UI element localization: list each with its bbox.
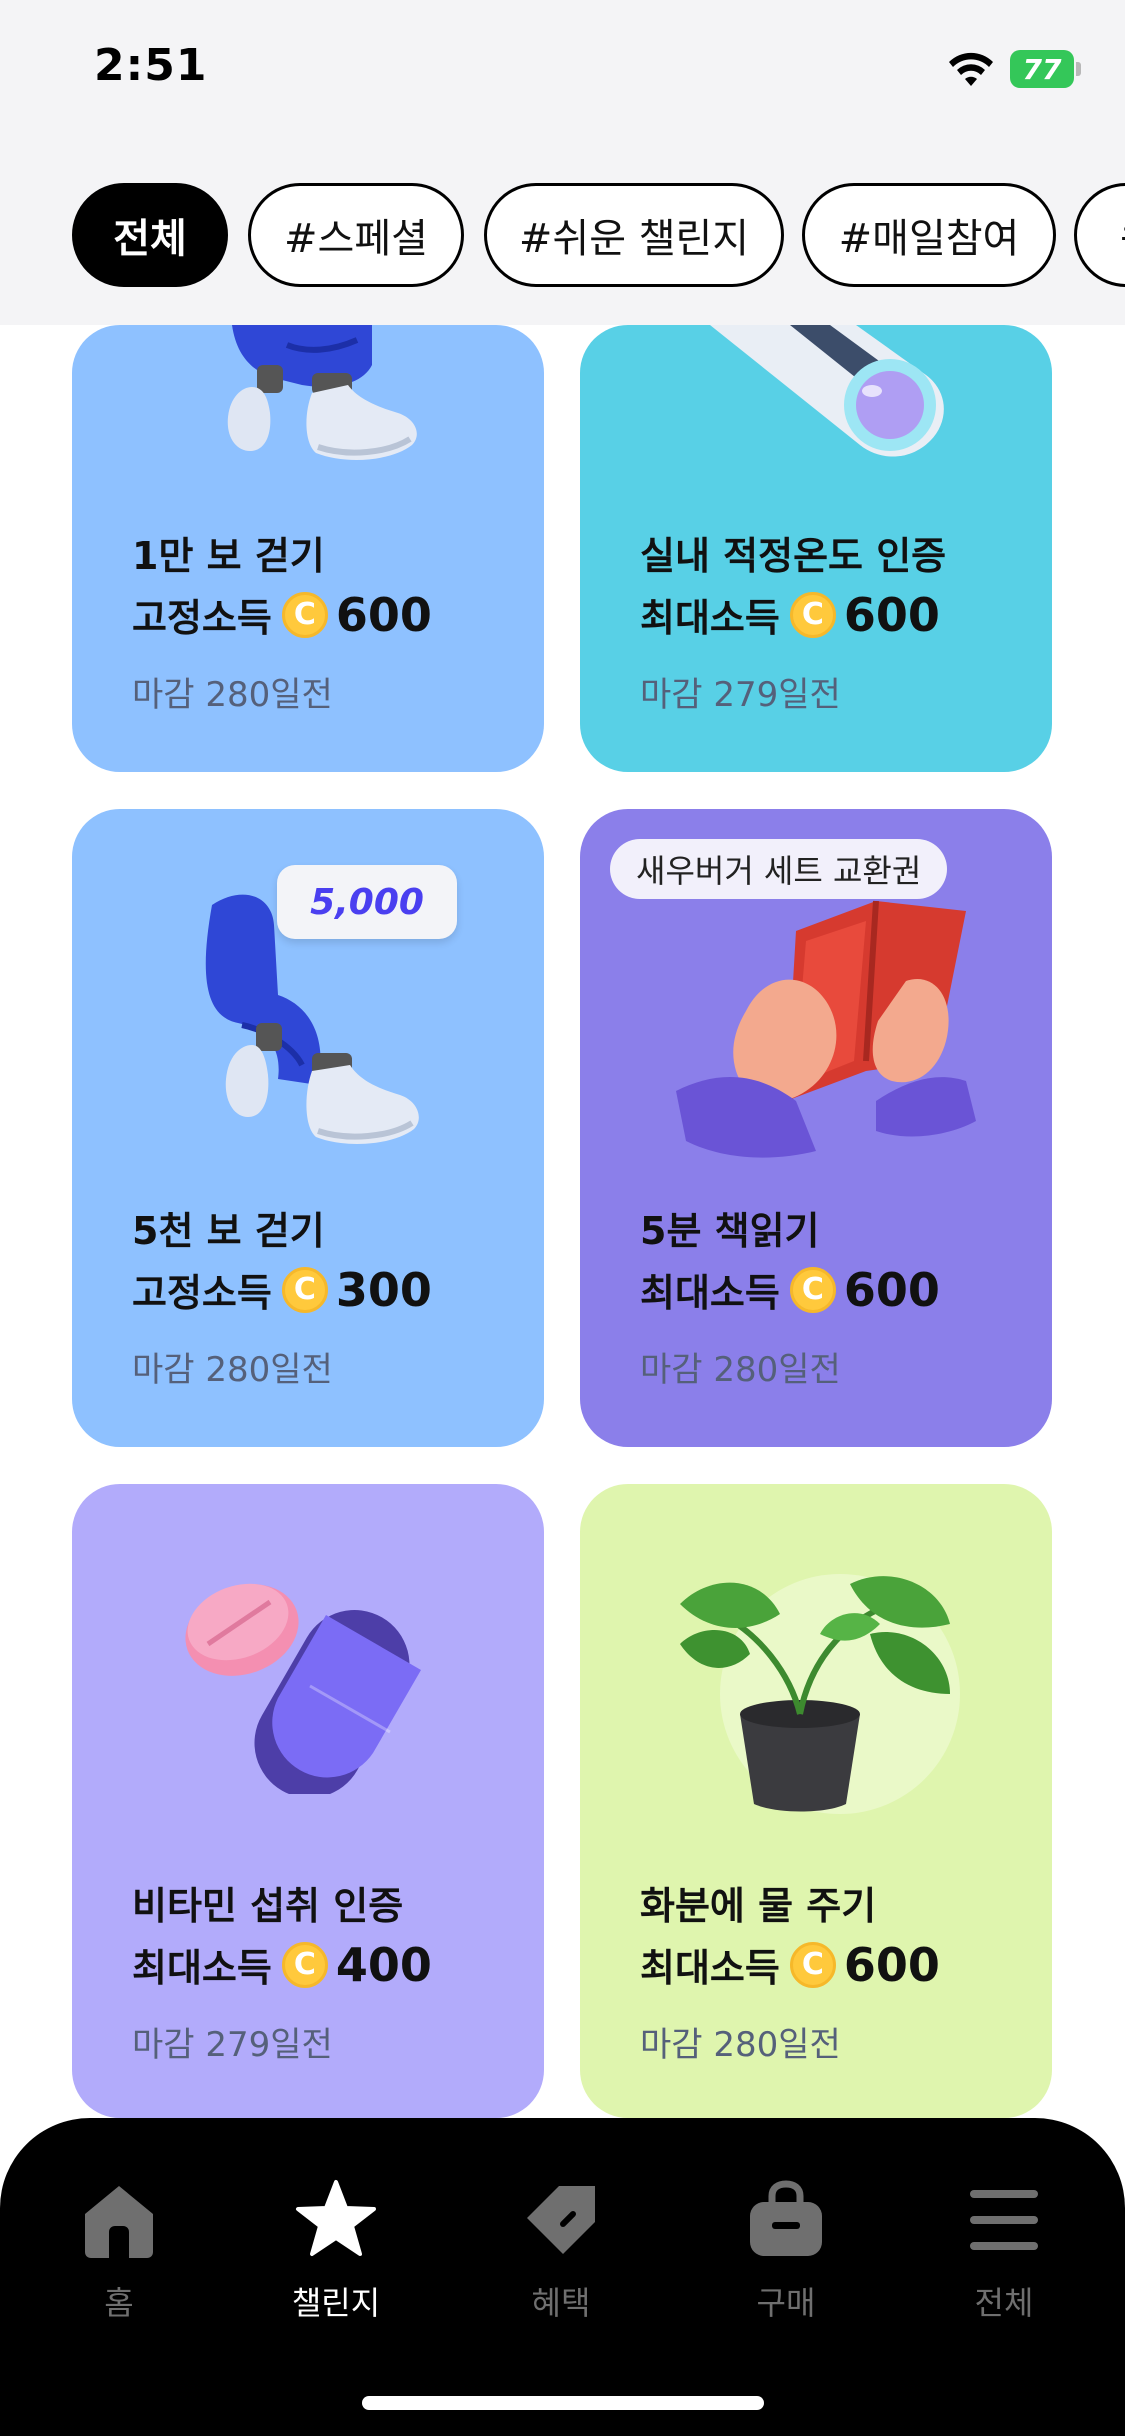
tag-icon <box>527 2186 595 2254</box>
reward-label: 고정소득 <box>132 596 272 640</box>
nav-purchase[interactable]: 구매 <box>706 2178 866 2328</box>
reward-amount: 300 <box>335 1262 432 1317</box>
nav-label: 구매 <box>756 2284 816 2322</box>
walking-sneakers-icon <box>227 325 417 460</box>
card-deadline: 마감 279일전 <box>640 675 841 715</box>
chip-daily[interactable]: #매일참여 <box>802 183 1056 287</box>
nav-all[interactable]: 전체 <box>924 2178 1084 2328</box>
reward-amount: 600 <box>843 1262 940 1317</box>
card-title: 5분 책읽기 <box>640 1209 820 1253</box>
coin-icon: C <box>281 591 328 638</box>
challenge-card-room-temperature[interactable]: 실내 적정온도 인증 최대소득 C 600 마감 279일전 <box>580 325 1052 772</box>
nav-label: 혜택 <box>531 2284 591 2322</box>
card-title: 화분에 물 주기 <box>640 1884 877 1928</box>
hands-book-icon <box>676 900 976 1158</box>
card-reward: 최대소득 C 600 <box>640 1262 940 1317</box>
card-deadline: 마감 279일전 <box>132 2025 333 2065</box>
nav-label: 전체 <box>974 2284 1034 2322</box>
reward-amount: 600 <box>843 1937 940 1992</box>
nav-home[interactable]: 홈 <box>39 2178 199 2328</box>
reward-label: 최대소득 <box>640 1271 780 1315</box>
reward-label: 최대소득 <box>640 1946 780 1990</box>
card-title: 1만 보 걷기 <box>132 534 325 578</box>
chip-more[interactable]: # <box>1074 183 1125 287</box>
menu-icon <box>970 2190 1038 2250</box>
card-reward: 최대소득 C 600 <box>640 587 940 642</box>
home-indicator[interactable] <box>362 2396 764 2410</box>
card-reward: 최대소득 C 400 <box>132 1937 432 1992</box>
status-time: 2:51 <box>94 40 208 91</box>
filter-chip-bar: 전체 #스페셜 #쉬운 챌린지 #매일참여 # <box>0 140 1125 325</box>
card-title: 비타민 섭취 인증 <box>132 1884 404 1928</box>
card-title: 5천 보 걷기 <box>132 1209 325 1253</box>
card-reward: 최대소득 C 600 <box>640 1937 940 1992</box>
card-title: 실내 적정온도 인증 <box>640 534 947 578</box>
reward-label: 최대소득 <box>640 596 780 640</box>
nav-label: 챌린지 <box>291 2284 381 2322</box>
coin-icon: C <box>281 1266 328 1313</box>
reward-coupon-badge: 새우버거 세트 교환권 <box>610 839 948 899</box>
nav-benefits[interactable]: 혜택 <box>481 2178 641 2328</box>
reward-amount: 400 <box>335 1937 432 1992</box>
thermometer-icon <box>710 325 944 457</box>
battery-level: 77 <box>1010 50 1074 88</box>
steps-speech-bubble: 5,000 <box>277 865 457 939</box>
battery-icon: 77 <box>1010 50 1081 88</box>
chip-easy-challenge[interactable]: #쉬운 챌린지 <box>484 183 784 287</box>
reward-amount: 600 <box>335 587 432 642</box>
card-reward: 고정소득 C 300 <box>132 1262 432 1317</box>
card-deadline: 마감 280일전 <box>640 1350 841 1390</box>
status-bar: 2:51 77 <box>0 0 1125 140</box>
card-deadline: 마감 280일전 <box>132 675 333 715</box>
chip-all[interactable]: 전체 <box>72 183 228 287</box>
reward-amount: 600 <box>843 587 940 642</box>
star-icon <box>296 2180 376 2256</box>
bottom-navigation: 홈 챌린지 혜택 구매 전체 <box>0 2118 1125 2436</box>
reward-label: 최대소득 <box>132 1946 272 1990</box>
card-deadline: 마감 280일전 <box>640 2025 841 2065</box>
challenge-card-reading[interactable]: 새우버거 세트 교환권 5분 책읽기 최대소득 C 600 마감 280일전 <box>580 809 1052 1447</box>
challenge-card-5k-steps[interactable]: 5,000 5천 보 걷기 고정소득 C 300 마감 280일전 <box>72 809 544 1447</box>
card-deadline: 마감 280일전 <box>132 1350 333 1390</box>
challenge-card-plant[interactable]: 화분에 물 주기 최대소득 C 600 마감 280일전 <box>580 1484 1052 2118</box>
pills-icon <box>185 1583 421 1794</box>
coin-icon: C <box>789 591 836 638</box>
potted-plant-icon <box>680 1574 960 1814</box>
challenge-card-10k-steps[interactable]: 1만 보 걷기 고정소득 C 600 마감 280일전 <box>72 325 544 772</box>
card-reward: 고정소득 C 600 <box>132 587 432 642</box>
wifi-icon <box>949 52 993 86</box>
challenge-card-vitamin[interactable]: 비타민 섭취 인증 최대소득 C 400 마감 279일전 <box>72 1484 544 2118</box>
coin-icon: C <box>789 1266 836 1313</box>
chip-special[interactable]: #스페셜 <box>248 183 464 287</box>
reward-label: 고정소득 <box>132 1271 272 1315</box>
nav-label: 홈 <box>104 2284 134 2322</box>
coin-icon: C <box>789 1941 836 1988</box>
bag-icon <box>750 2180 822 2256</box>
home-icon <box>85 2186 153 2258</box>
coin-icon: C <box>281 1941 328 1988</box>
nav-challenge[interactable]: 챌린지 <box>256 2178 416 2328</box>
